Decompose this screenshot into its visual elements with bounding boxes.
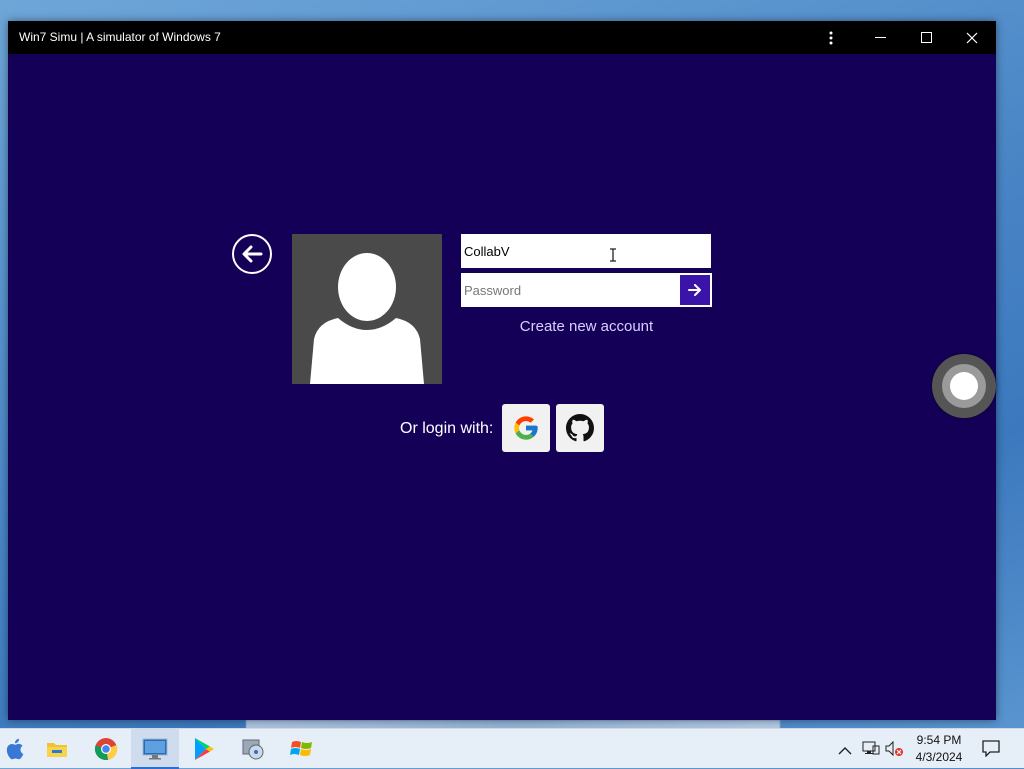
notification-icon — [982, 740, 1000, 758]
login-submit-button[interactable] — [680, 275, 710, 305]
taskbar-play-store[interactable] — [180, 729, 228, 769]
taskbar-windows[interactable] — [278, 729, 326, 769]
maximize-button[interactable] — [903, 21, 949, 54]
arrow-right-icon — [688, 284, 701, 296]
close-button[interactable] — [949, 21, 995, 54]
more-options-button[interactable] — [808, 21, 854, 54]
play-store-icon — [195, 738, 214, 760]
assistive-touch-button[interactable] — [932, 354, 996, 418]
close-icon — [966, 32, 978, 43]
clock-time[interactable]: 9:54 PM — [910, 733, 968, 747]
clock-date[interactable]: 4/3/2024 — [910, 750, 968, 764]
network-tray-button[interactable] — [862, 740, 880, 760]
or-login-label: Or login with: — [400, 420, 494, 437]
windows-logo-icon — [290, 741, 312, 756]
title-bar[interactable]: Win7 Simu | A simulator of Windows 7 — [8, 21, 996, 54]
i-beam-cursor-icon — [609, 247, 617, 266]
username-input[interactable] — [461, 234, 711, 268]
google-icon — [514, 416, 538, 440]
password-field — [461, 273, 712, 307]
create-account-link[interactable]: Create new account — [461, 318, 712, 335]
window-title: Win7 Simu | A simulator of Windows 7 — [19, 30, 221, 44]
notifications-button[interactable] — [982, 739, 1000, 761]
arrow-left-icon — [242, 245, 263, 263]
vertical-dots-icon — [829, 31, 833, 44]
password-input[interactable] — [463, 275, 679, 305]
chrome-icon — [94, 738, 118, 760]
assistive-touch-ring — [942, 364, 986, 408]
back-button[interactable] — [232, 234, 272, 274]
file-explorer-icon — [47, 743, 67, 757]
taskbar-remote-desktop[interactable] — [131, 729, 179, 769]
minimize-icon — [874, 36, 886, 38]
show-hidden-icons-button[interactable] — [838, 741, 852, 760]
github-icon — [566, 414, 594, 442]
user-silhouette-icon — [310, 253, 424, 384]
google-login-button[interactable] — [502, 404, 550, 452]
github-login-button[interactable] — [556, 404, 604, 452]
network-icon — [862, 741, 880, 755]
taskbar: 9:54 PM 4/3/2024 — [0, 728, 1024, 769]
media-player-icon — [242, 739, 264, 760]
taskbar-file-explorer[interactable] — [33, 729, 81, 769]
apple-icon — [6, 738, 24, 760]
login-screen: Create new account Or login with: — [8, 54, 996, 720]
taskbar-chrome[interactable] — [82, 729, 130, 769]
chevron-up-icon — [838, 747, 852, 755]
volume-muted-icon — [885, 740, 903, 757]
user-avatar — [292, 234, 442, 384]
volume-tray-button[interactable] — [885, 740, 905, 762]
maximize-icon — [920, 32, 932, 43]
minimize-button[interactable] — [857, 21, 903, 54]
app-window: Win7 Simu | A simulator of Windows 7 Col… — [8, 21, 996, 720]
taskbar-media-player[interactable] — [229, 729, 277, 769]
remote-desktop-icon — [142, 738, 168, 760]
